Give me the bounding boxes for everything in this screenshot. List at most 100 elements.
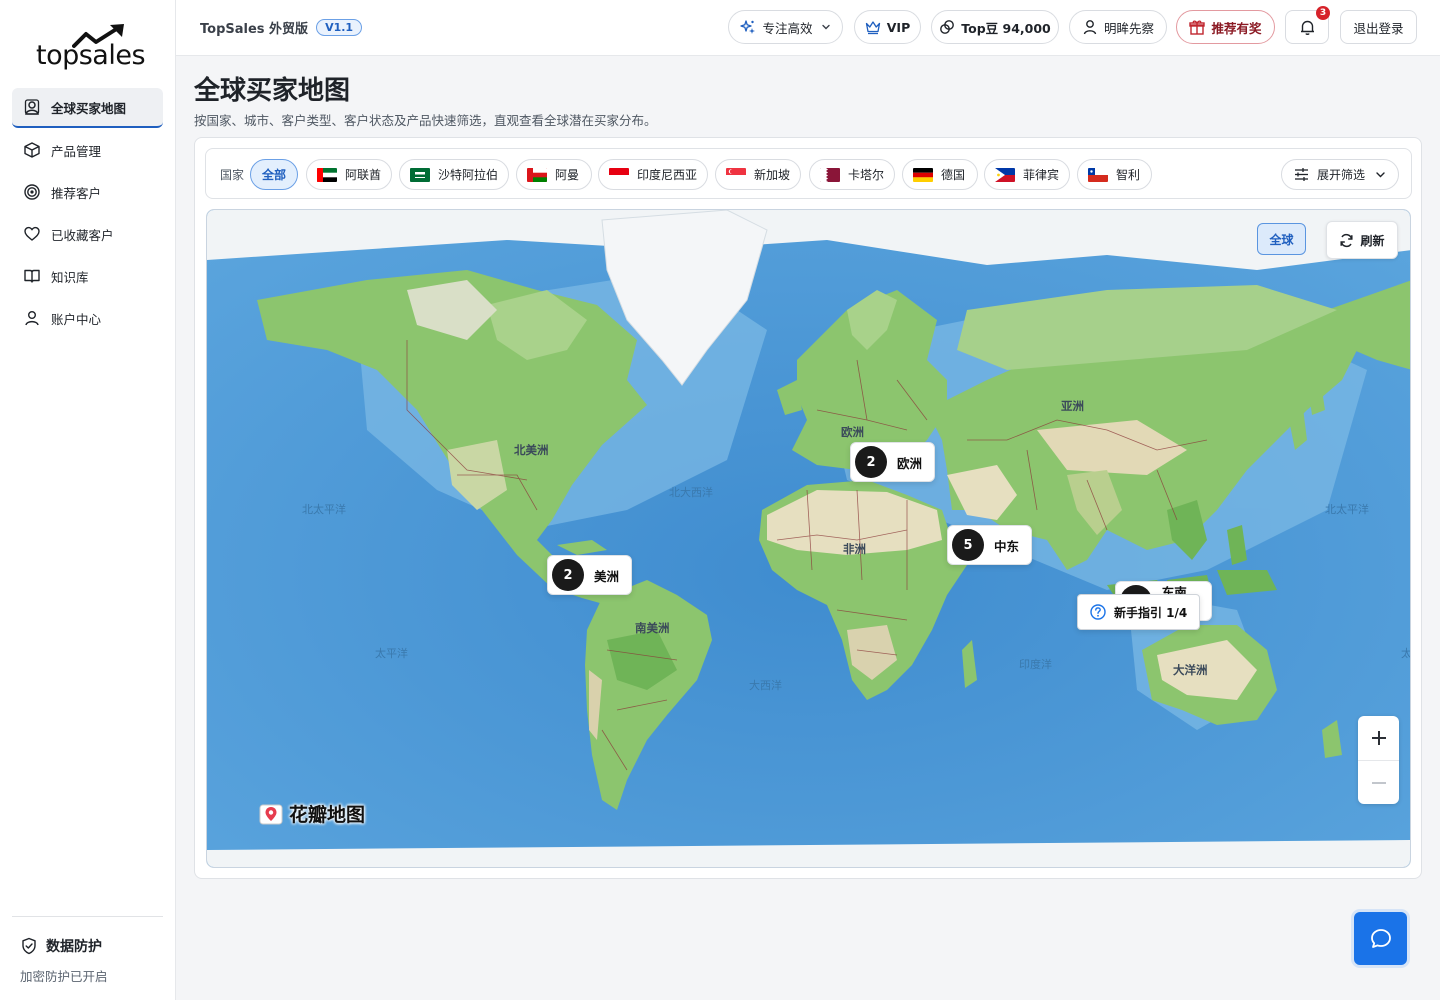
zoom-in-button[interactable]: [1358, 716, 1399, 760]
chevron-down-icon: [821, 22, 831, 32]
label-north-pacific-east: 北太平洋: [1325, 503, 1369, 516]
chip-label: 阿联酋: [345, 168, 382, 182]
book-icon: [24, 268, 40, 284]
cluster-region: 中东: [994, 538, 1020, 554]
sidebar-item-label: 全球买家地图: [51, 100, 127, 116]
sidebar: topsales 全球买家地图 产品管理 推荐客户 已收藏客户 知识库 账户中心…: [0, 0, 176, 1000]
sidebar-item-label: 已收藏客户: [51, 227, 114, 243]
chile-flag-icon: [1088, 167, 1108, 182]
minus-icon: [1371, 782, 1386, 784]
map-attribution-label: 花瓣地图: [289, 804, 366, 826]
country-chip-philippines[interactable]: 菲律宾: [984, 159, 1070, 190]
world-map[interactable]: 北美洲 南美洲 欧洲 非洲 亚洲 大洋洲 北太平洋 北太平洋 北大西洋 太平洋 …: [206, 209, 1411, 868]
box-icon: [24, 142, 40, 158]
country-chip-uae[interactable]: 阿联酋: [306, 159, 392, 190]
sidebar-item-account[interactable]: 账户中心: [12, 298, 163, 338]
country-chip-germany[interactable]: 德国: [902, 159, 978, 190]
sidebar-item-buyer-map[interactable]: 全球买家地图: [12, 88, 163, 128]
gift-icon: [1189, 19, 1206, 35]
label-north-america: 北美洲: [514, 443, 549, 457]
chevron-down-icon: [1375, 169, 1386, 180]
cluster-marker-middle-east[interactable]: 5 中东: [947, 525, 1033, 565]
coin-link-icon: [939, 19, 955, 35]
brand: TopSales 外贸版 V1.1: [200, 18, 363, 37]
country-filter-bar: 国家 全部 阿联酋 沙特阿拉伯 阿曼 印度尼西亚 新加坡 卡塔尔 德国 菲律宾 …: [205, 148, 1412, 199]
label-pacific-edge: 太: [1401, 647, 1411, 660]
cluster-region: 欧洲: [897, 455, 923, 471]
logout-button[interactable]: 退出登录: [1340, 10, 1417, 44]
label-south-america: 南美洲: [635, 621, 670, 635]
country-chip-all[interactable]: 全部: [250, 159, 298, 190]
chip-label: 阿曼: [555, 168, 580, 182]
user-icon: [1082, 19, 1098, 35]
sparkle-icon: [740, 19, 756, 35]
app-logo[interactable]: topsales: [36, 24, 154, 78]
qatar-flag-icon: [820, 167, 840, 182]
country-chip-saudi[interactable]: 沙特阿拉伯: [399, 159, 509, 190]
map-card: 国家 全部 阿联酋 沙特阿拉伯 阿曼 印度尼西亚 新加坡 卡塔尔 德国 菲律宾 …: [194, 137, 1422, 879]
cluster-marker-americas[interactable]: 2 美洲: [547, 555, 633, 595]
chip-label: 沙特阿拉伯: [438, 168, 499, 182]
focus-mode-label: 专注高效: [762, 20, 813, 36]
vip-button[interactable]: VIP: [854, 10, 921, 44]
notification-button[interactable]: 3: [1285, 6, 1330, 44]
help-circle-icon: [1090, 604, 1106, 620]
chat-bubble-icon: [1370, 928, 1391, 948]
sidebar-item-favorites[interactable]: 已收藏客户: [12, 214, 163, 254]
onboarding-guide-tooltip[interactable]: 新手指引 1/4: [1077, 594, 1201, 630]
map-pin-person-icon: [24, 99, 40, 115]
heart-icon: [24, 226, 40, 242]
sidebar-item-products[interactable]: 产品管理: [12, 130, 163, 170]
petal-map-logo-icon: [259, 803, 283, 825]
label-indian: 印度洋: [1019, 658, 1052, 671]
sidebar-item-knowledge[interactable]: 知识库: [12, 256, 163, 296]
topdou-balance-button[interactable]: Top豆 94,000: [931, 10, 1059, 44]
sliders-icon: [1294, 168, 1309, 181]
label-north-atlantic: 北大西洋: [669, 486, 713, 499]
label-asia: 亚洲: [1061, 399, 1084, 413]
cluster-count: 5: [952, 529, 984, 561]
vip-label: VIP: [886, 19, 911, 35]
uae-flag-icon: [317, 167, 337, 182]
topdou-label: Top豆 94,000: [961, 20, 1051, 36]
saudi-flag-icon: [410, 167, 430, 182]
cluster-region: 美洲: [594, 568, 620, 584]
chip-label: 卡塔尔: [848, 168, 885, 182]
expand-filters-button[interactable]: 展开筛选: [1281, 159, 1399, 190]
zoom-control: [1358, 716, 1399, 804]
country-chip-qatar[interactable]: 卡塔尔: [809, 159, 895, 190]
country-chip-oman[interactable]: 阿曼: [516, 159, 592, 190]
focus-mode-dropdown[interactable]: 专注高效: [728, 10, 843, 44]
user-icon: [24, 310, 40, 326]
country-chip-chile[interactable]: 智利: [1077, 159, 1152, 190]
refresh-icon: [1339, 233, 1354, 248]
sidebar-item-recommended[interactable]: 推荐客户: [12, 172, 163, 212]
logout-label: 退出登录: [1353, 20, 1404, 36]
sidebar-item-label: 知识库: [51, 269, 89, 285]
sidebar-item-label: 账户中心: [51, 311, 102, 327]
bell-icon: [1299, 19, 1316, 36]
refresh-button[interactable]: 刷新: [1326, 221, 1398, 259]
sidebar-divider: [12, 916, 163, 917]
chat-support-button[interactable]: [1354, 912, 1407, 965]
sidebar-nav: 全球买家地图 产品管理 推荐客户 已收藏客户 知识库 账户中心: [12, 88, 163, 340]
user-name: 明眸先察: [1103, 20, 1154, 36]
chip-label: 全部: [261, 168, 286, 182]
user-profile-button[interactable]: 明眸先察: [1069, 10, 1167, 44]
protect-status: 加密防护已开启: [20, 969, 108, 984]
cluster-marker-europe[interactable]: 2 欧洲: [850, 442, 936, 482]
chip-label: 印度尼西亚: [637, 168, 698, 182]
shield-check-icon: [20, 937, 38, 955]
chip-label: 德国: [941, 168, 966, 182]
country-chip-singapore[interactable]: 新加坡: [715, 159, 801, 190]
world-map-tiles: [207, 210, 1410, 867]
label-oceania: 大洋洲: [1173, 663, 1208, 677]
onboarding-guide-label: 新手指引 1/4: [1114, 605, 1188, 620]
data-protection-panel: 数据防护 加密防护已开启: [20, 936, 108, 985]
global-view-button[interactable]: 全球: [1257, 223, 1306, 255]
chip-label: 菲律宾: [1023, 168, 1060, 182]
zoom-out-button[interactable]: [1358, 761, 1399, 805]
topbar: TopSales 外贸版 V1.1 专注高效 VIP Top豆 94,000 明…: [176, 0, 1440, 56]
referral-reward-button[interactable]: 推荐有奖: [1176, 10, 1275, 44]
country-chip-indonesia[interactable]: 印度尼西亚: [598, 159, 708, 190]
